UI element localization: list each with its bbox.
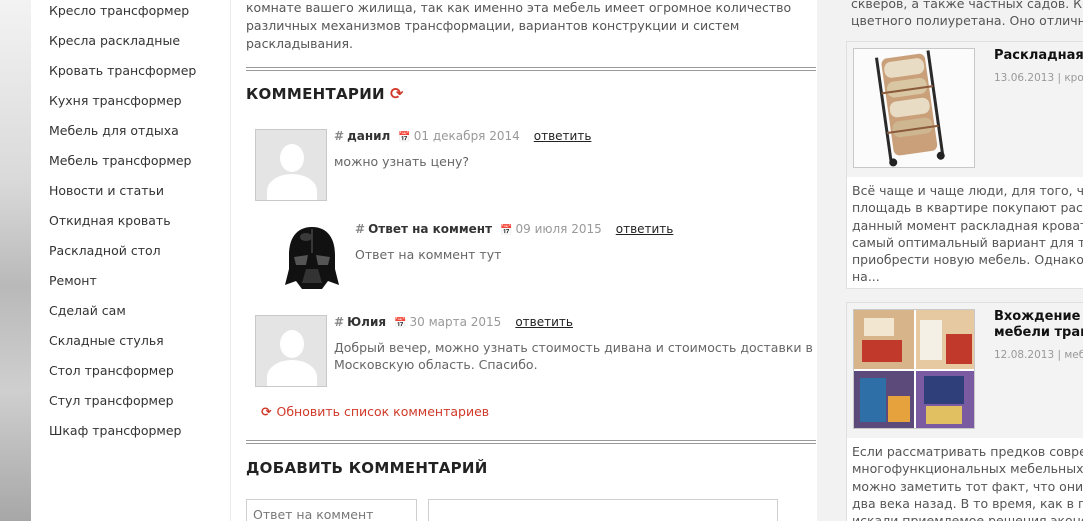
sidebar-item-novosti[interactable]: Новости и статьи [49, 183, 164, 198]
post-title[interactable]: Вхождение мебели тран [994, 309, 1083, 341]
post-thumbnail[interactable] [853, 48, 975, 168]
comment-textarea[interactable] [428, 499, 778, 521]
sidebar-item-shkaf-transformer[interactable]: Шкаф трансформер [49, 423, 181, 438]
excerpt-line: на... [852, 269, 880, 285]
excerpt-line: скверов, а также частных садов. Кресл [851, 0, 1083, 11]
comment-header: # Юлия 📅 30 марта 2015 ответить [334, 315, 573, 329]
calendar-icon: 📅 [394, 318, 407, 329]
excerpt-line: приобрести новую мебель. Однако е [852, 252, 1083, 268]
comment-header: # данил 📅 01 декабря 2014 ответить [334, 129, 591, 143]
comment-line: Добрый вечер, можно узнать стоимость див… [334, 340, 813, 355]
comments-title: КОММЕНТАРИИ [246, 85, 385, 103]
sidebar-item-stul-transformer[interactable]: Стул трансформер [49, 393, 174, 408]
post-excerpt: Всё чаще и чаще люди, для того, чтоб пло… [852, 182, 1083, 286]
excerpt-line: данный момент раскладная кровать – [852, 217, 1083, 233]
page: Кресло трансформер Кресла раскладные Кро… [31, 0, 1083, 521]
divider [246, 440, 816, 444]
post-title-line: Вхождение [994, 309, 1081, 324]
post-title-line: мебели тран [994, 325, 1083, 340]
avatar [255, 315, 327, 387]
comment-author: Ответ на коммент [368, 222, 493, 236]
comment-author: Юлия [347, 315, 387, 329]
add-comment-title: ДОБАВИТЬ КОММЕНТАРИЙ [246, 459, 488, 477]
sidebar-item-krovat-transformer[interactable]: Кровать трансформер [49, 63, 196, 78]
permalink-hash[interactable]: # [334, 315, 344, 329]
name-field[interactable] [246, 499, 417, 521]
sidebar-item-otkidnaya-krovat[interactable]: Откидная кровать [49, 213, 171, 228]
refresh-icon: ⟳ [261, 404, 272, 419]
excerpt-line: Если рассматривать предков совреме [852, 444, 1083, 459]
article-line: комнате вашего жилища, так как именно эт… [246, 0, 792, 15]
avatar [255, 129, 327, 201]
excerpt-line: площадь в квартире покупают расклад [852, 200, 1083, 216]
comment-text: можно узнать цену? [334, 154, 470, 169]
comment-line: Московскую область. Спасибо. [334, 357, 538, 372]
comment-date: 09 июля 2015 [515, 222, 602, 236]
window-edge-shadow [0, 0, 31, 521]
comment-text: Добрый вечер, можно узнать стоимость див… [334, 339, 813, 373]
post-excerpt: Если рассматривать предков совреме много… [852, 443, 1083, 521]
sidebar-item-kuhnya-transformer[interactable]: Кухня трансформер [49, 93, 182, 108]
excerpt-line: можно заметить тот факт, что они был [852, 478, 1083, 494]
post-excerpt: скверов, а также частных садов. Кресл цв… [851, 0, 1083, 29]
refresh-comments-link[interactable]: ⟳ Обновить список комментариев [261, 404, 489, 419]
comment-date: 01 декабря 2014 [413, 129, 520, 143]
post-meta: 12.08.2013 | мебе [994, 349, 1083, 361]
comment-date: 30 марта 2015 [409, 315, 502, 329]
post-card: Раскладная к 13.06.2013 | крова Всё чаще… [846, 41, 1083, 289]
post-card: Вхождение мебели тран 12.08.2013 | мебе … [846, 302, 1083, 521]
refresh-icon[interactable]: ⟳ [390, 86, 403, 102]
excerpt-line: Всё чаще и чаще люди, для того, чтоб [852, 183, 1083, 198]
reply-link[interactable]: ответить [616, 222, 674, 236]
sidebar-item-kreslo-transformer[interactable]: Кресло трансформер [49, 3, 189, 18]
sidebar-item-sdelay-sam[interactable]: Сделай сам [49, 303, 126, 318]
excerpt-line: искали приемлемое решения эконом [852, 513, 1083, 521]
category-sidebar: Кресло трансформер Кресла раскладные Кро… [31, 0, 231, 521]
excerpt-line: два века назад. В то время, как в проч [852, 495, 1083, 511]
permalink-hash[interactable]: # [334, 129, 344, 143]
article-text: комнате вашего жилища, так как именно эт… [246, 0, 816, 53]
sidebar-item-kresla-raskladnye[interactable]: Кресла раскладные [49, 33, 180, 48]
comment-header: # Ответ на коммент 📅 09 июля 2015 ответить [355, 222, 673, 236]
sidebar-item-mebel-dlya-otdyha[interactable]: Мебель для отдыха [49, 123, 179, 138]
sidebar-item-stol-transformer[interactable]: Стол трансформер [49, 363, 174, 378]
post-title[interactable]: Раскладная к [994, 48, 1083, 64]
vader-avatar [285, 227, 339, 289]
excerpt-line: цветного полиуретана. Оно отлично [851, 13, 1083, 28]
comment-author: данил [347, 129, 391, 143]
comment-text: Ответ на коммент тут [355, 247, 502, 262]
calendar-icon: 📅 [500, 225, 513, 236]
excerpt-line: самый оптимальный вариант для тех, [852, 234, 1083, 250]
sidebar-item-skladnye-stulya[interactable]: Складные стулья [49, 333, 164, 348]
sidebar-item-remont[interactable]: Ремонт [49, 273, 97, 288]
post-meta: 13.06.2013 | крова [994, 72, 1083, 84]
reply-link[interactable]: ответить [534, 129, 592, 143]
sidebar-item-raskladnoy-stol[interactable]: Раскладной стол [49, 243, 161, 258]
divider [246, 67, 816, 71]
post-thumbnail[interactable] [853, 309, 975, 429]
calendar-icon: 📅 [398, 132, 411, 143]
article-line: различных механизмов трансформации, вари… [246, 18, 740, 51]
refresh-comments-label: Обновить список комментариев [276, 404, 490, 419]
reply-link[interactable]: ответить [515, 315, 573, 329]
excerpt-line: многофункциональных мебельных тр [852, 461, 1083, 477]
sidebar-item-mebel-transformer[interactable]: Мебель трансформер [49, 153, 191, 168]
permalink-hash[interactable]: # [355, 222, 365, 236]
